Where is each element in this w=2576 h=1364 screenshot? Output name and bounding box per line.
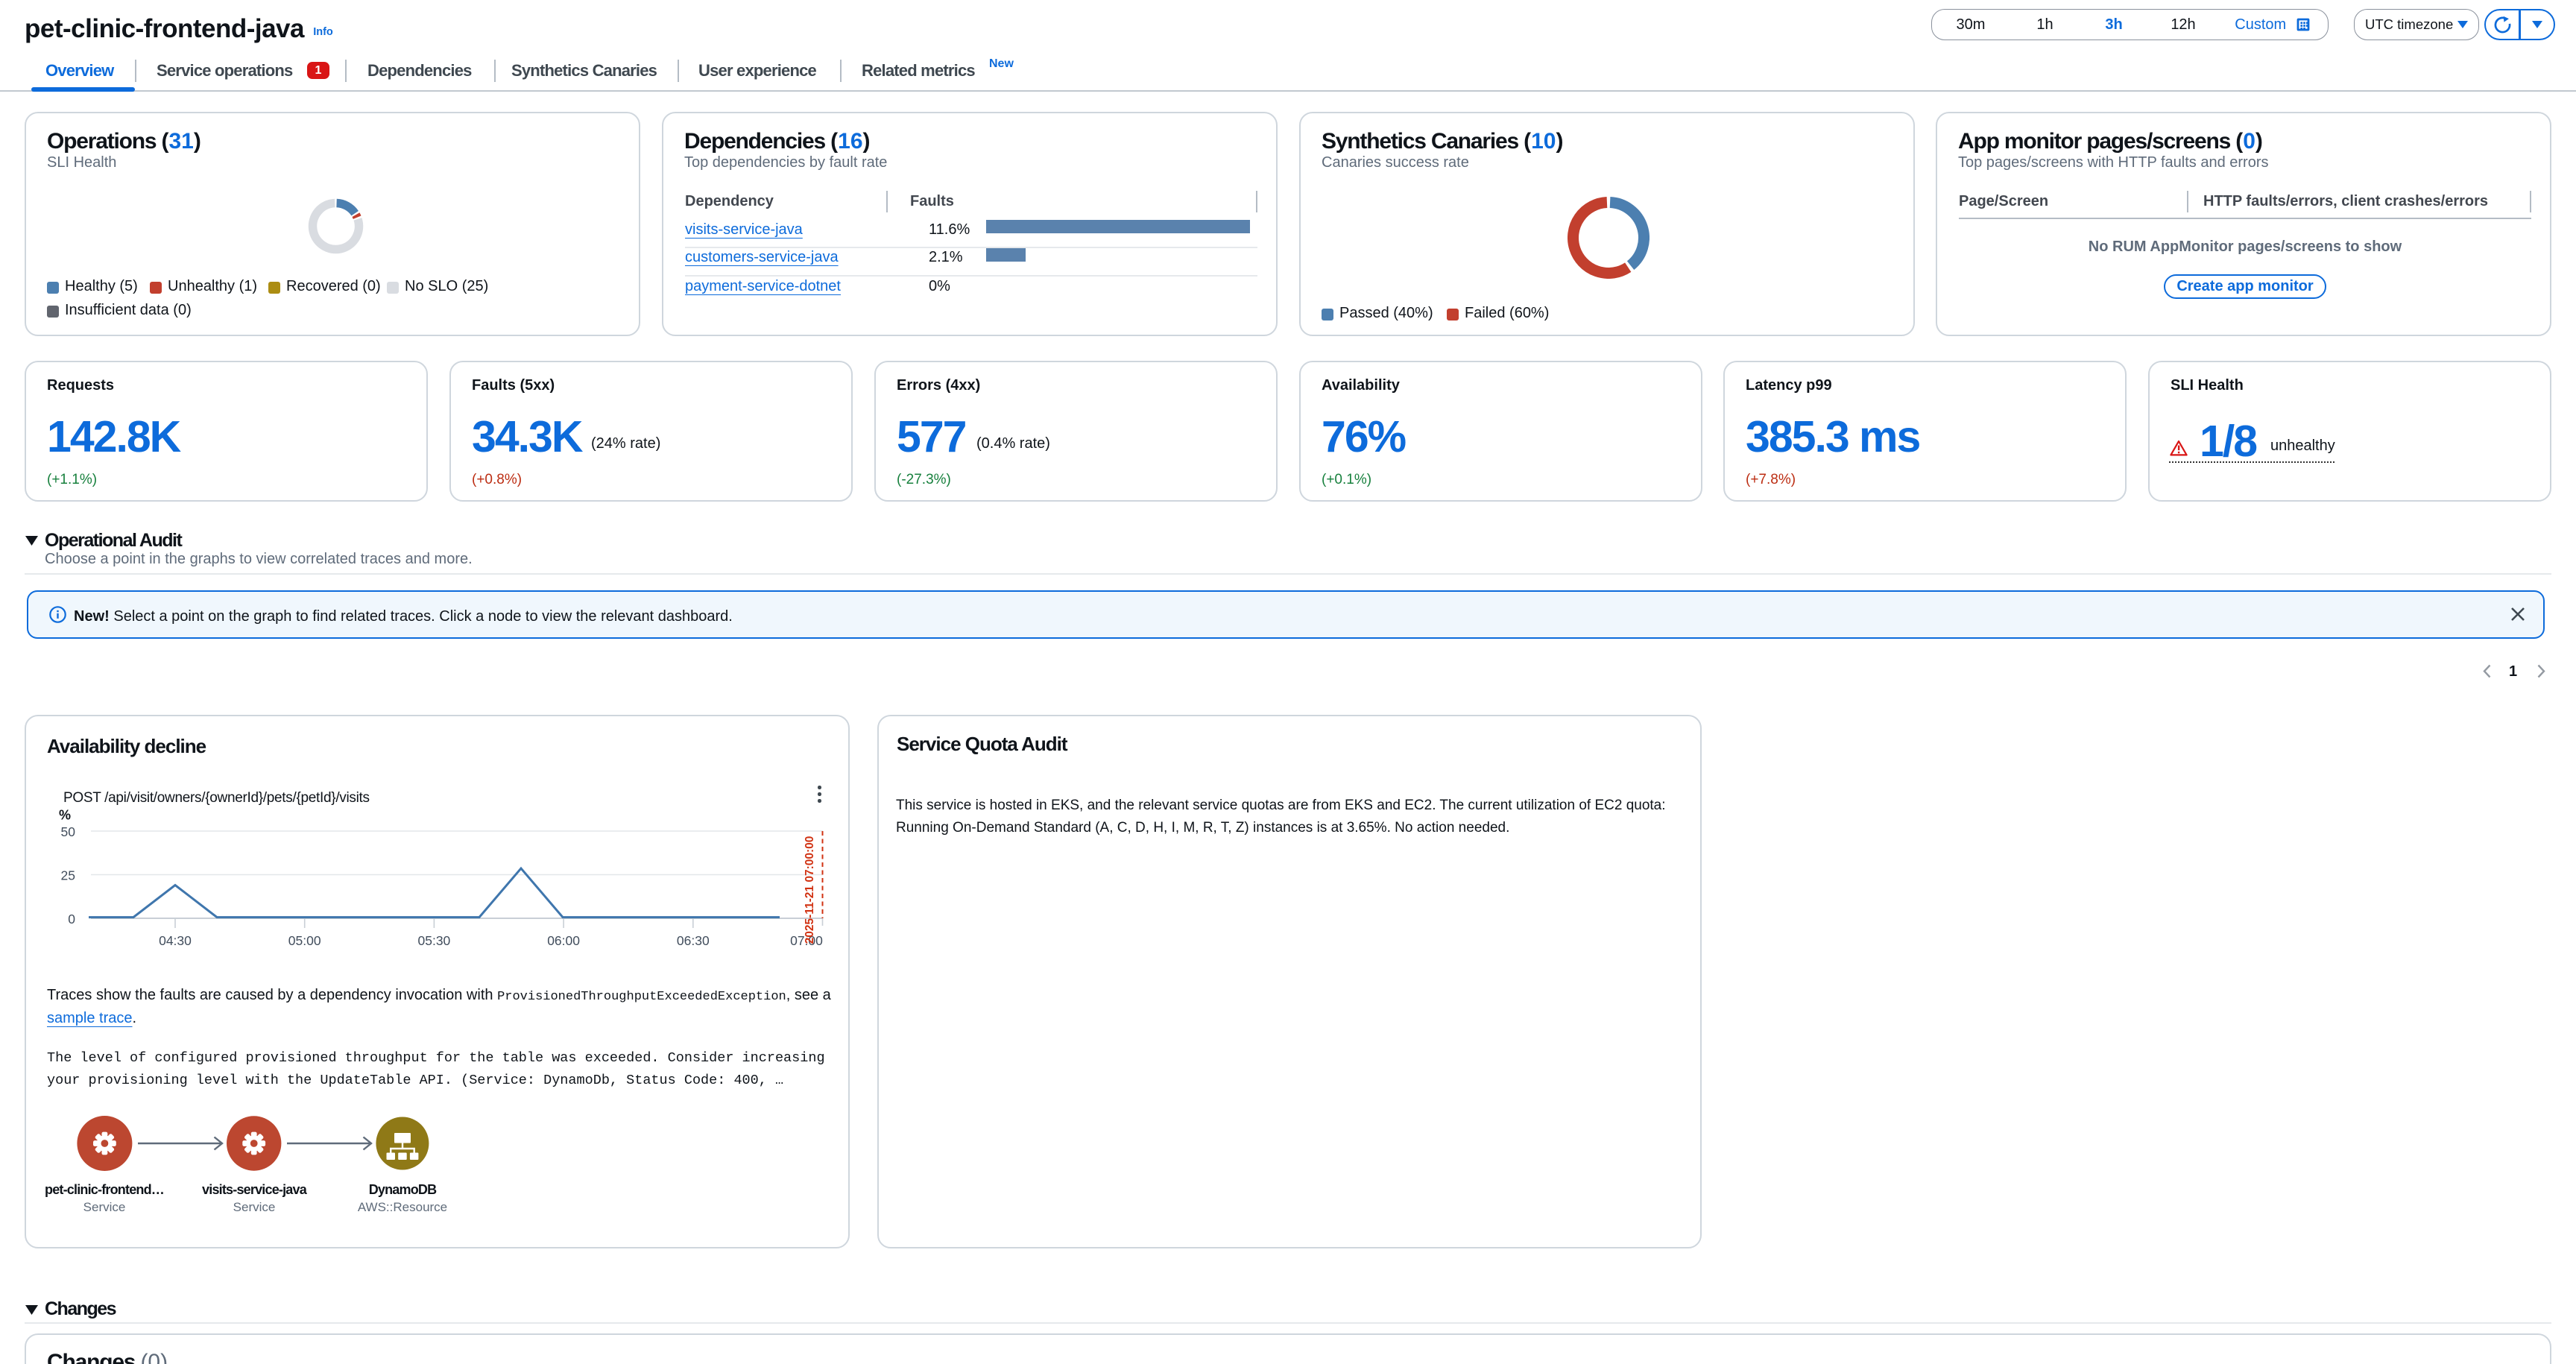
svg-text:%: %	[59, 808, 71, 823]
svg-text:0: 0	[68, 912, 75, 926]
svg-text:50: 50	[61, 824, 76, 839]
svg-text:06:30: 06:30	[677, 933, 710, 948]
svg-text:25: 25	[61, 868, 75, 883]
svg-text:2025-11-21 07:00:00: 2025-11-21 07:00:00	[804, 836, 816, 944]
svg-text:05:00: 05:00	[288, 933, 321, 948]
svg-text:05:30: 05:30	[418, 933, 451, 948]
svg-text:06:00: 06:00	[547, 933, 580, 948]
svg-text:04:30: 04:30	[159, 933, 192, 948]
